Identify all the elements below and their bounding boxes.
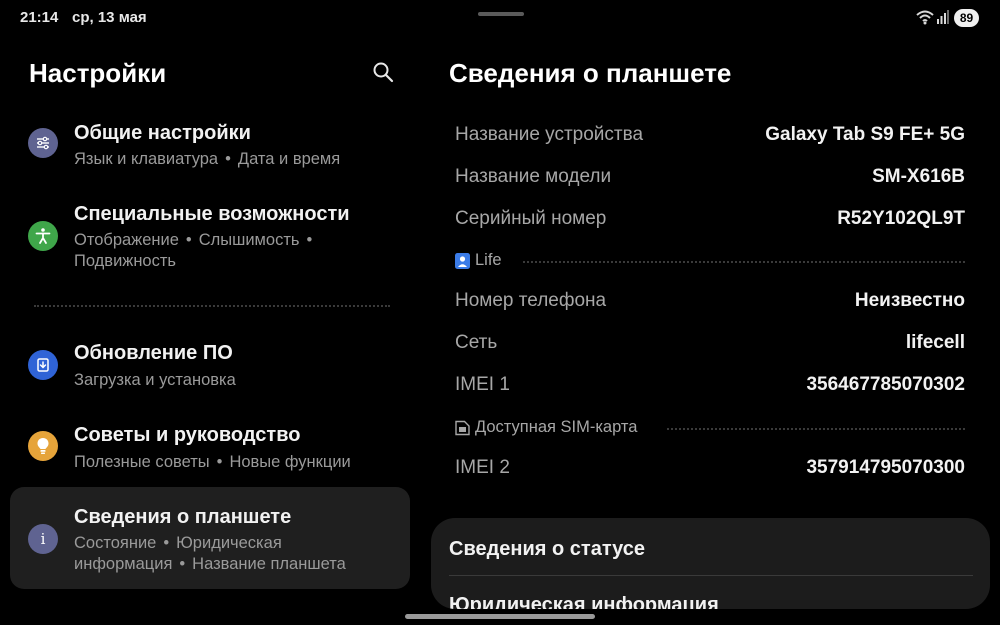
signal-icon: [937, 10, 949, 24]
accessibility-icon: [28, 221, 58, 251]
info-value: R52Y102QL9T: [837, 208, 965, 229]
info-row-network[interactable]: Сеть lifecell: [455, 332, 965, 358]
menu-item-title: Обновление ПО: [74, 342, 233, 364]
menu-item-title: Советы и руководство: [74, 424, 301, 446]
info-row-serial-number[interactable]: Серийный номер R52Y102QL9T: [455, 208, 965, 234]
menu-item-general-management[interactable]: Общие настройки Язык и клавиатура • Дата и…: [10, 115, 410, 175]
info-value: Galaxy Tab S9 FE+ 5G: [765, 124, 965, 145]
sim2-divider: [667, 428, 965, 430]
info-value: lifecell: [905, 332, 965, 353]
sim-person-icon: [455, 253, 470, 269]
menu-item-accessibility[interactable]: Специальные возможности Отображение • Слыш…: [10, 197, 410, 277]
menu-item-subtitle: Состояние • Юридическая информация • Название…: [74, 534, 346, 573]
sim1-divider: [523, 261, 965, 263]
info-label: IMEI 1: [455, 374, 510, 395]
menu-item-title: Общие настройки: [74, 122, 251, 144]
battery-indicator: 89: [954, 9, 979, 27]
info-row-imei2[interactable]: IMEI 2 357914795070300: [455, 457, 965, 483]
info-row-imei1[interactable]: IMEI 1 356467785070302: [455, 374, 965, 400]
info-label: Название модели: [455, 166, 612, 187]
info-row-device-name[interactable]: Название устройства Galaxy Tab S9 FE+ 5G: [455, 124, 965, 150]
menu-item-title: Специальные возможности: [74, 203, 350, 225]
wifi-icon: [916, 10, 934, 25]
card-divider: [449, 575, 973, 576]
page-title: Настройки: [29, 58, 167, 88]
info-icon: i: [28, 524, 58, 554]
menu-item-title: Сведения о планшете: [74, 506, 292, 528]
info-value: 357914795070300: [806, 457, 965, 478]
status-time: 21:14: [20, 9, 59, 26]
info-label: IMEI 2: [455, 457, 510, 478]
info-value: Неизвестно: [854, 290, 965, 311]
menu-item-subtitle: Язык и клавиатура • Дата и время: [74, 150, 341, 168]
sliders-icon: [28, 128, 58, 158]
info-label: Сеть: [455, 332, 498, 353]
detail-title: Сведения о планшете: [449, 58, 732, 88]
sim2-label: Доступная SIM-карта: [475, 418, 638, 436]
status-date: ср, 13 мая: [72, 9, 147, 26]
menu-item-subtitle: Отображение • Слышимость • Подвижность: [74, 231, 313, 270]
menu-item-software-update[interactable]: Обновление ПО Загрузка и установка: [10, 335, 410, 395]
menu-item-subtitle: Полезные советы • Новые функции: [74, 453, 351, 471]
info-label: Номер телефона: [455, 290, 607, 311]
info-label: Название устройства: [455, 124, 644, 145]
sim1-header: Life: [455, 251, 965, 273]
menu-item-about-tablet[interactable]: i Сведения о планшете Состояние • Юридичес…: [10, 487, 410, 589]
status-bar: 21:14 ср, 13 мая 89: [0, 0, 1000, 36]
menu-item-tips-and-guide[interactable]: Советы и руководство Полезные советы • Нов…: [10, 417, 410, 477]
navigation-gesture-bar[interactable]: [405, 614, 595, 619]
info-label: Серийный номер: [455, 208, 607, 229]
info-value: SM-X616B: [872, 166, 965, 187]
section-divider: [34, 305, 390, 307]
sim-card-icon: [455, 420, 470, 436]
info-row-model-name[interactable]: Название модели SM-X616B: [455, 166, 965, 192]
menu-item-subtitle: Загрузка и установка: [74, 371, 236, 389]
sim2-header: Доступная SIM-карта: [455, 418, 965, 440]
search-icon[interactable]: [372, 61, 394, 83]
status-info-link[interactable]: Сведения о статусе: [449, 538, 645, 561]
top-drag-handle[interactable]: [478, 12, 524, 16]
sim1-label: Life: [475, 251, 502, 269]
lightbulb-icon: [28, 431, 58, 461]
software-update-icon: [28, 350, 58, 380]
legal-info-link[interactable]: Юридическая информация: [449, 594, 719, 609]
info-row-phone-number[interactable]: Номер телефона Неизвестно: [455, 290, 965, 316]
info-value: 356467785070302: [806, 374, 965, 395]
status-legal-card: Сведения о статусе Юридическая информаци…: [431, 518, 990, 609]
